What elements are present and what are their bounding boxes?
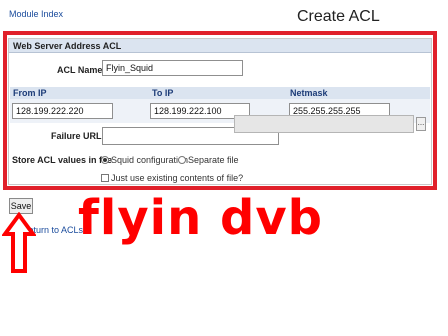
page-title: Create ACL: [297, 8, 380, 25]
module-index-link[interactable]: Module Index: [9, 9, 63, 19]
store-acl-label: Store ACL values in file: [12, 155, 113, 165]
separate-file-input[interactable]: [234, 115, 414, 133]
separate-file-label: Separate file: [188, 155, 239, 165]
existing-contents-label: Just use existing contents of file?: [111, 173, 244, 183]
panel-header: Web Server Address ACL: [9, 39, 431, 53]
from-ip-label: From IP: [13, 88, 47, 98]
existing-contents-checkbox[interactable]: [101, 174, 109, 182]
up-arrow-icon: [2, 212, 36, 273]
netmask-label: Netmask: [290, 88, 328, 98]
to-ip-label: To IP: [152, 88, 174, 98]
acl-form-panel: Web Server Address ACL ACL Name Flyin_Sq…: [8, 38, 432, 185]
failure-url-label: Failure URL: [51, 131, 102, 141]
ip-column-header: From IP To IP Netmask: [10, 87, 430, 99]
overlay-watermark-text: flyin dvb: [78, 190, 323, 246]
acl-name-label: ACL Name: [57, 65, 103, 75]
squid-config-radio[interactable]: [101, 156, 109, 164]
from-ip-input[interactable]: 128.199.222.220: [12, 103, 113, 119]
browse-button[interactable]: ...: [416, 117, 426, 131]
separate-file-radio[interactable]: [178, 156, 186, 164]
acl-name-input[interactable]: Flyin_Squid: [102, 60, 243, 76]
squid-config-label: Squid configuration: [111, 155, 189, 165]
